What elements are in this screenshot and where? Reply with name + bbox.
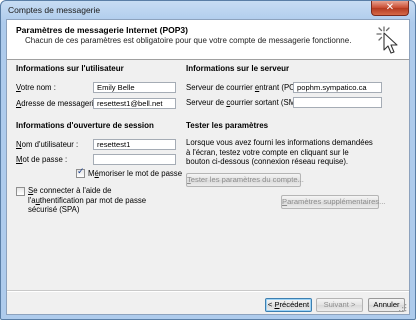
header-panel: Paramètres de messagerie Internet (POP3)…: [7, 20, 409, 60]
test-settings-button[interactable]: Tester les paramètres du compte...: [186, 173, 304, 187]
name-label: Votre nom :: [16, 83, 56, 92]
page-title: Paramètres de messagerie Internet (POP3): [16, 25, 188, 35]
spa-label[interactable]: Se connecter à l'aide de l'authentificat…: [28, 186, 146, 215]
outgoing-server-field[interactable]: [293, 97, 382, 108]
next-button[interactable]: Suivant >: [316, 298, 363, 312]
remember-password-checkbox[interactable]: [76, 167, 85, 178]
close-button[interactable]: ✕: [371, 1, 409, 16]
remember-password-label[interactable]: Mémoriser le mot de passe: [88, 169, 182, 178]
title-bar[interactable]: Comptes de messagerie ✕: [1, 1, 415, 19]
password-label: Mot de passe :: [16, 155, 68, 164]
resize-grip-icon[interactable]: [399, 304, 407, 312]
window-title: Comptes de messagerie: [8, 5, 101, 15]
close-icon: ✕: [385, 2, 395, 13]
test-description: Lorsque vous avez fourni les information…: [186, 138, 373, 166]
spa-checkbox[interactable]: [16, 187, 25, 196]
dialog-window: Comptes de messagerie ✕ Paramètres de me…: [0, 0, 416, 320]
test-settings-heading: Tester les paramètres: [186, 121, 269, 130]
page-subtitle: Chacun de ces paramètres est obligatoire…: [25, 36, 352, 45]
footer-divider: [7, 290, 409, 292]
username-field[interactable]: resettest1: [93, 139, 176, 150]
cursor-click-icon: [376, 26, 398, 54]
username-label: Nom d'utilisateur :: [16, 140, 79, 149]
password-field[interactable]: [93, 154, 176, 165]
dialog-client-area: Paramètres de messagerie Internet (POP3)…: [6, 19, 410, 315]
user-info-heading: Informations sur l'utilisateur: [16, 64, 124, 73]
name-field[interactable]: Emily Belle: [93, 82, 176, 93]
email-field[interactable]: resettest1@bell.net: [93, 98, 176, 109]
incoming-server-field[interactable]: pophm.sympatico.ca: [293, 82, 382, 93]
email-label: Adresse de messagerie :: [16, 99, 103, 108]
login-info-heading: Informations d'ouverture de session: [16, 121, 154, 130]
server-info-heading: Informations sur le serveur: [186, 64, 290, 73]
previous-button[interactable]: < Précédent: [265, 298, 312, 312]
more-settings-button[interactable]: Paramètres supplémentaires...: [281, 195, 385, 209]
